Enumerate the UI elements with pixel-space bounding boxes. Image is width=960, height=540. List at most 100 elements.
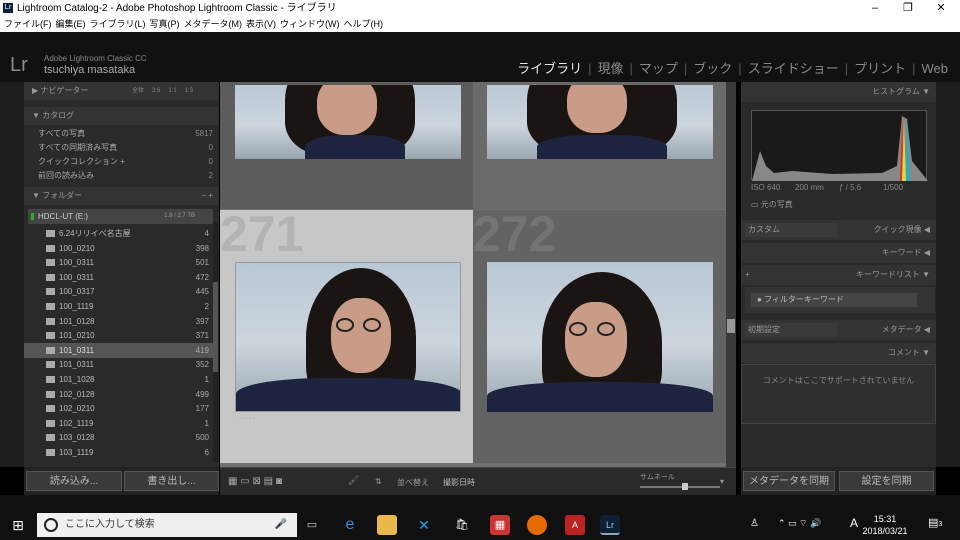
keyword-filter-input[interactable]: ● フィルターキーワード xyxy=(751,293,917,307)
folders-header[interactable]: ▼ フォルダー – + xyxy=(24,187,219,205)
nav-zoom-option[interactable]: 1:3 xyxy=(185,88,193,94)
import-button[interactable]: 読み込み... xyxy=(26,471,122,491)
catalog-item[interactable]: すべての写真 5817 xyxy=(38,127,213,141)
catalog-item[interactable]: 前回の読み込み 2 xyxy=(38,169,213,183)
keywording-header[interactable]: キーワード ◀ xyxy=(741,243,936,263)
left-scroll-thumb[interactable] xyxy=(213,282,218,372)
folder-item[interactable]: 100_0311 501 xyxy=(24,255,213,270)
access-icon[interactable]: A xyxy=(565,515,585,535)
menu-item[interactable]: ヘルプ(H) xyxy=(344,19,384,29)
metadata-header[interactable]: 初期設定 メタデータ ◀ xyxy=(741,320,936,340)
grid-scrollbar[interactable] xyxy=(726,82,736,467)
histogram-header[interactable]: ヒストグラム ▼ xyxy=(741,82,936,102)
star-rating[interactable]: · · · · · xyxy=(236,415,255,422)
module-tab[interactable]: スライドショー xyxy=(748,61,839,76)
thumbnail[interactable] xyxy=(235,85,461,159)
keyword-list-header[interactable]: + キーワードリスト ▼ xyxy=(741,265,936,285)
people-icon[interactable]: ♙ xyxy=(750,518,759,529)
menu-item[interactable]: ライブラリ(L) xyxy=(90,19,146,29)
metadata-preset[interactable]: 初期設定 xyxy=(745,323,837,337)
tray-icons[interactable]: ⌃ ▭ ⌔ 🔊 xyxy=(778,518,821,529)
toolbar-menu-icon[interactable]: ▾ xyxy=(720,477,724,486)
folder-item[interactable]: 100_0210 398 xyxy=(24,241,213,256)
clock[interactable]: 15:31 2018/03/21 xyxy=(860,513,910,537)
folder-item[interactable]: 103_1119 6 xyxy=(24,445,213,460)
original-photo-toggle[interactable]: ▭ 元の写真 xyxy=(751,199,793,210)
folder-item[interactable]: 100_0317 445 xyxy=(24,284,213,299)
folder-item[interactable]: 100_1119 2 xyxy=(24,299,213,314)
module-tab[interactable]: 現像 xyxy=(597,61,623,76)
sync-metadata-button[interactable]: メタデータを同期 xyxy=(743,471,835,491)
view-mode-icons[interactable]: ▦ ▭ ⊠ ▤ ◙ xyxy=(228,476,282,487)
navigator-header[interactable]: ▶ ナビゲーター 全体 3:6 1:1 1:3 xyxy=(24,82,219,100)
edge-icon[interactable]: e xyxy=(340,515,360,535)
catalog-header[interactable]: ▼ カタログ xyxy=(24,107,219,125)
volume-bar[interactable]: HDCL-UT (E:) 1.9 / 2.7 TB xyxy=(28,209,213,224)
folder-item[interactable]: 6.24リリイベ名古屋 4 xyxy=(24,226,213,241)
folder-item[interactable]: 101_0311 419 xyxy=(24,342,213,358)
catalog-item[interactable]: クイックコレクション + 0 xyxy=(38,155,213,169)
app-x-icon[interactable]: ✕ xyxy=(414,515,434,535)
sort-value[interactable]: 撮影日時 xyxy=(443,477,475,488)
close-button[interactable]: ✕ xyxy=(926,0,956,17)
folder-item[interactable]: 102_0128 499 xyxy=(24,387,213,402)
module-tab[interactable]: ライブラリ xyxy=(517,61,582,76)
thumbnail[interactable] xyxy=(487,85,713,159)
module-tab[interactable]: ブック xyxy=(693,61,732,76)
grid-scroll-thumb[interactable] xyxy=(727,319,735,333)
sort-icon[interactable]: ⇅ xyxy=(375,477,382,486)
store-icon[interactable]: 🛍 xyxy=(452,515,472,535)
export-button[interactable]: 書き出し... xyxy=(124,471,219,491)
quick-develop-preset[interactable]: カスタム xyxy=(745,223,837,237)
start-icon[interactable]: ⊞ xyxy=(8,515,28,535)
ime-indicator[interactable]: A xyxy=(850,516,858,530)
taskbar-search[interactable]: ここに入力して検索 🎤 xyxy=(37,513,297,537)
menu-item[interactable]: メタデータ(M) xyxy=(184,19,243,29)
menu-item[interactable]: 編集(E) xyxy=(56,19,86,29)
menu-item[interactable]: ファイル(F) xyxy=(4,19,52,29)
task-view-icon[interactable]: ▭ xyxy=(302,515,322,535)
left-panel-toggle[interactable] xyxy=(0,82,24,467)
folder-item[interactable]: 102_1119 1 xyxy=(24,416,213,431)
add-folder-icon[interactable]: – + xyxy=(202,187,213,205)
mic-icon[interactable]: 🎤 xyxy=(275,513,287,537)
notification-icon[interactable]: ▤3 xyxy=(928,516,942,529)
catalog-item[interactable]: すべての同期済み写真 0 xyxy=(38,141,213,155)
module-tab[interactable]: Web xyxy=(922,61,949,76)
maximize-button[interactable]: ❐ xyxy=(893,0,923,17)
thumbnail-size-slider[interactable] xyxy=(640,483,720,490)
nav-zoom-option[interactable]: 3:6 xyxy=(152,88,160,94)
minimize-button[interactable]: – xyxy=(860,0,890,17)
nav-zoom[interactable]: 全体 3:6 1:1 1:3 xyxy=(132,82,201,100)
menu-item[interactable]: 写真(P) xyxy=(150,19,180,29)
quick-develop-header[interactable]: カスタム クイック現像 ◀ xyxy=(741,220,936,240)
firefox-icon[interactable] xyxy=(527,515,547,535)
lightroom-task-icon[interactable]: Lr xyxy=(600,515,620,535)
spray-icon[interactable]: 🖌 xyxy=(348,475,359,486)
module-tab[interactable]: プリント xyxy=(854,61,906,76)
grid-cell-selected[interactable]: 271 · · · · · xyxy=(220,206,473,463)
nav-zoom-option[interactable]: 全体 xyxy=(132,88,144,94)
thumbnail[interactable] xyxy=(487,262,713,412)
menu-item[interactable]: 表示(V) xyxy=(246,19,276,29)
grid-cell[interactable] xyxy=(473,82,726,209)
right-panel-toggle[interactable] xyxy=(936,82,960,467)
slider-handle[interactable] xyxy=(682,483,688,490)
grid-cell[interactable]: 272 xyxy=(473,206,726,463)
folder-item[interactable]: 101_0128 397 xyxy=(24,314,213,329)
folder-item[interactable]: 103_0128 500 xyxy=(24,430,213,445)
sync-settings-button[interactable]: 設定を同期 xyxy=(839,471,934,491)
thumbnail-selected[interactable] xyxy=(235,262,461,412)
left-scrollbar[interactable] xyxy=(213,222,218,462)
add-keyword-icon[interactable]: + xyxy=(745,265,750,285)
explorer-icon[interactable] xyxy=(377,515,397,535)
nav-zoom-option[interactable]: 1:1 xyxy=(168,88,176,94)
menu-item[interactable]: ウィンドウ(W) xyxy=(280,19,340,29)
folder-item[interactable]: 100_0311 472 xyxy=(24,270,213,285)
folder-item[interactable]: 102_0210 177 xyxy=(24,401,213,416)
folder-item[interactable]: 101_0311 352 xyxy=(24,357,213,372)
grid-cell[interactable] xyxy=(220,82,473,209)
module-tab[interactable]: マップ xyxy=(639,61,678,76)
comments-header[interactable]: コメント ▼ xyxy=(741,343,936,363)
folder-item[interactable]: 101_1028 1 xyxy=(24,372,213,387)
